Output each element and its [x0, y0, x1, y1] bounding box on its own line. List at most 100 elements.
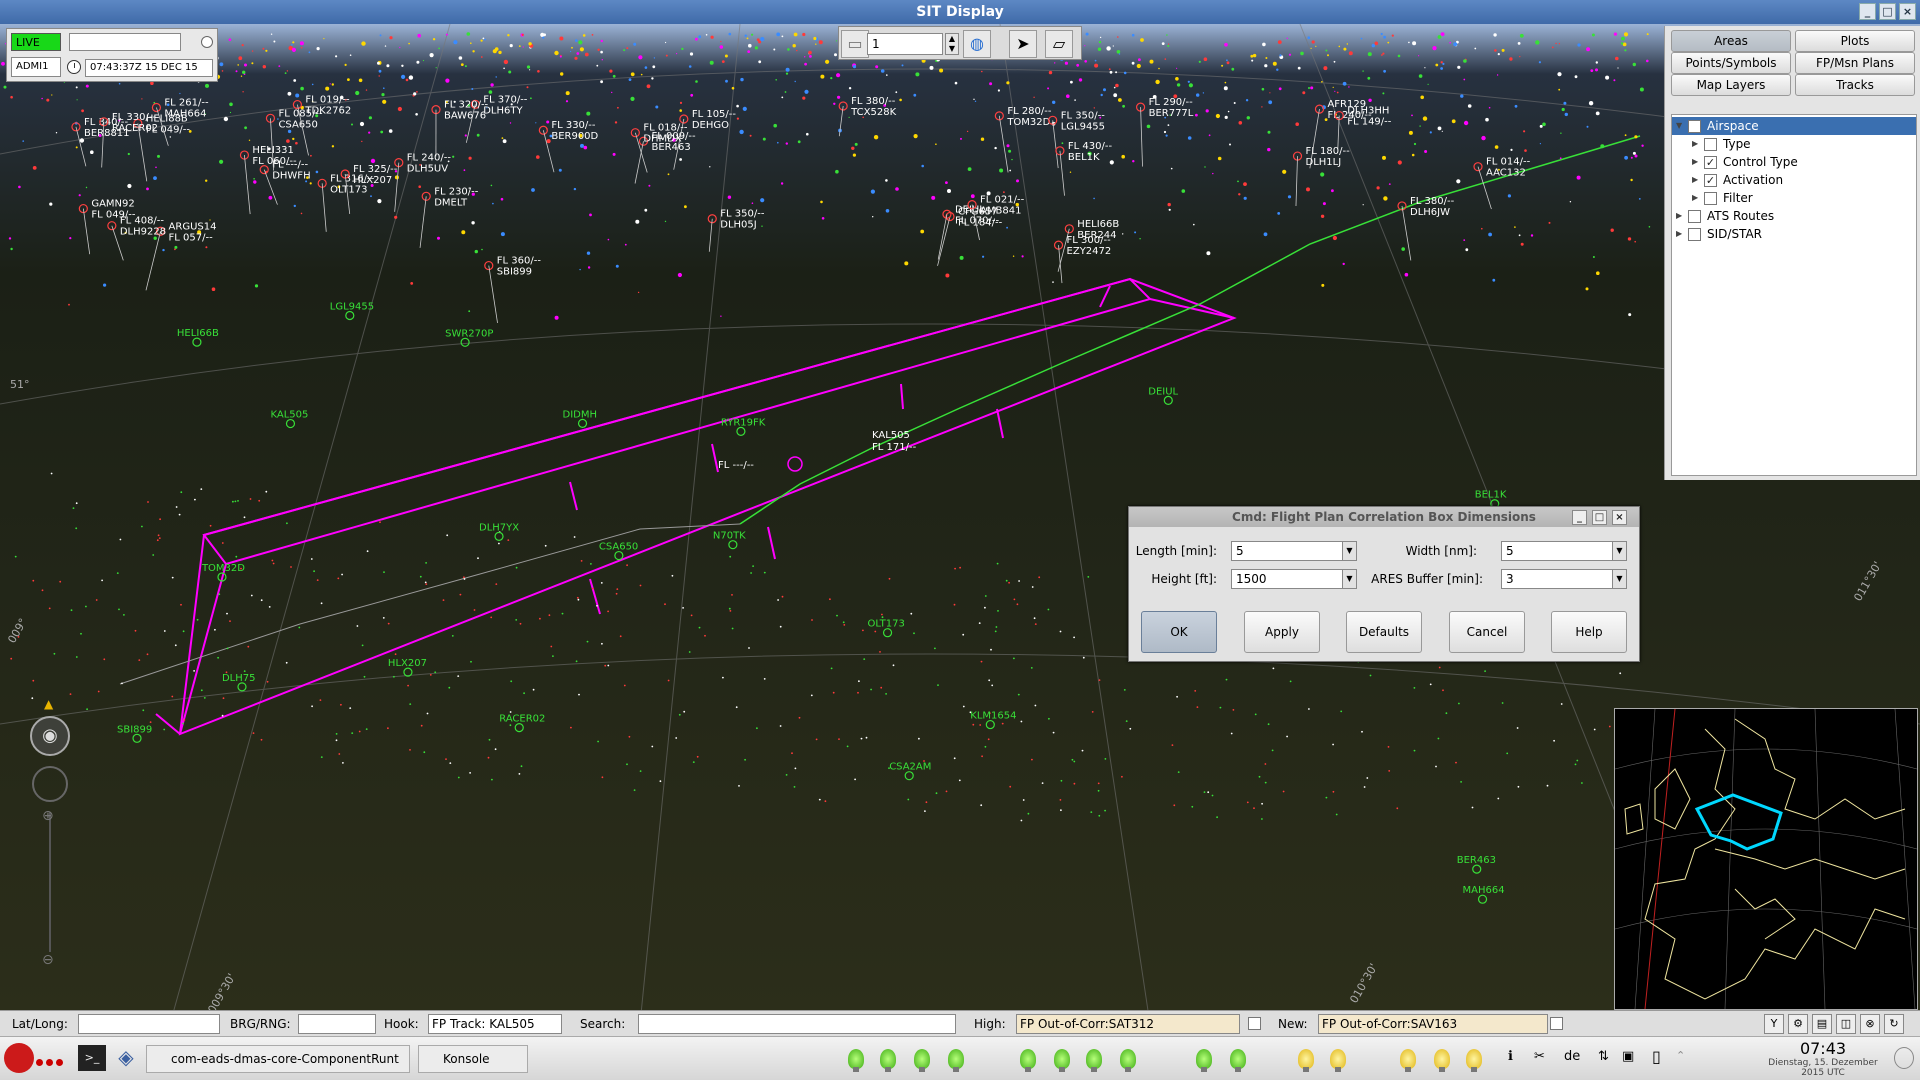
expand-right-icon[interactable]: ▶	[1676, 225, 1688, 243]
plan-callsign-label[interactable]: DLH75	[222, 673, 256, 684]
help-button[interactable]: Help	[1551, 611, 1627, 653]
terminal-icon[interactable]: >_	[78, 1045, 106, 1071]
track-label[interactable]: FL 380/--	[851, 96, 896, 107]
chevron-down-icon[interactable]: ▼	[1342, 542, 1356, 560]
tree-checkbox[interactable]: ✓	[1704, 155, 1717, 169]
tree-checkbox[interactable]: ✓	[1704, 173, 1717, 187]
dialog-close-button[interactable]: ×	[1612, 510, 1627, 525]
show-desktop-icon[interactable]	[1894, 1047, 1914, 1069]
plan-callsign-label[interactable]: RYR19FK	[721, 417, 766, 428]
status-light-green-icon[interactable]	[1196, 1049, 1212, 1072]
zoom-out-icon[interactable]: ⊖	[42, 952, 54, 968]
refresh-icon[interactable]: ↻	[1884, 1014, 1904, 1034]
plan-callsign-label[interactable]: MAH664	[1463, 885, 1505, 896]
filter-icon[interactable]: Y	[1764, 1014, 1784, 1034]
plan-callsign-label[interactable]: HLX207	[388, 658, 427, 669]
status-light-green-icon[interactable]	[1054, 1049, 1070, 1072]
track-label[interactable]: FL ---/--	[272, 160, 308, 171]
live-indicator[interactable]: LIVE	[11, 33, 61, 51]
plan-callsign-label[interactable]: KLM1654	[970, 711, 1016, 722]
plan-callsign-label[interactable]: SBI899	[117, 724, 152, 735]
plan-callsign-label[interactable]: LGL9455	[330, 301, 374, 312]
tree-item-filter[interactable]: ▶ Filter	[1672, 189, 1916, 207]
status-light-green-icon[interactable]	[914, 1049, 930, 1072]
ok-button[interactable]: OK	[1141, 611, 1217, 653]
close-view-icon[interactable]: ⊗	[1860, 1014, 1880, 1034]
track-label[interactable]: FL 300/--	[1067, 235, 1112, 246]
panel-button-map-layers[interactable]: Map Layers	[1671, 74, 1791, 96]
layers-icon[interactable]: ▭	[841, 30, 869, 58]
status-light-green-icon[interactable]	[1120, 1049, 1136, 1072]
panel-button-areas[interactable]: Areas	[1671, 30, 1791, 52]
defaults-button[interactable]: Defaults	[1346, 611, 1422, 653]
info-icon[interactable]: ℹ	[1508, 1049, 1513, 1064]
track-label[interactable]: FL 021/--	[980, 195, 1025, 206]
track-label[interactable]: FL 350/--	[1061, 110, 1106, 121]
chevron-down-icon[interactable]: ▼	[1612, 542, 1626, 560]
record-icon[interactable]: ◫	[1836, 1014, 1856, 1034]
width-select[interactable]: 5 ▼	[1501, 541, 1627, 561]
tree-item-activation[interactable]: ▶ ✓ Activation	[1672, 171, 1916, 189]
zoom-down-icon[interactable]: ▼	[946, 44, 958, 54]
tree-checkbox[interactable]	[1704, 137, 1717, 151]
dialog-maximize-button[interactable]: □	[1592, 510, 1607, 525]
zoom-in-icon[interactable]: ⊕	[42, 808, 54, 824]
document-icon[interactable]: ▤	[1812, 1014, 1832, 1034]
tree-checkbox[interactable]	[1688, 119, 1701, 133]
track-label[interactable]: FL 180/--	[1306, 146, 1351, 157]
network-icon[interactable]: ⇅	[1598, 1049, 1609, 1064]
north-arrow-icon[interactable]: ▲	[44, 697, 53, 711]
plan-callsign-label[interactable]: CSA650	[599, 542, 638, 553]
battery-icon[interactable]: ▯	[1652, 1047, 1661, 1066]
tree-item-ats-routes[interactable]: ▶ ATS Routes	[1672, 207, 1916, 225]
status-light-green-icon[interactable]	[1020, 1049, 1036, 1072]
panel-button-tracks[interactable]: Tracks	[1795, 74, 1915, 96]
expand-right-icon[interactable]: ▶	[1692, 153, 1704, 171]
maximize-button[interactable]: □	[1879, 3, 1896, 20]
eye-icon[interactable]: ◉	[30, 716, 70, 756]
scissors-icon[interactable]: ✂	[1534, 1049, 1545, 1064]
track-label[interactable]: FL 330/--	[112, 112, 157, 123]
workspace-dots-icon[interactable]	[36, 1059, 63, 1066]
hook-field[interactable]: FP Track: KAL505	[428, 1014, 562, 1034]
track-label[interactable]: FL 240/--	[407, 153, 452, 164]
zoom-spinner[interactable]: ▲ ▼	[945, 33, 959, 55]
plan-callsign-label[interactable]: SWR270P	[445, 328, 493, 339]
plan-callsign-label[interactable]: CSA2AM	[889, 762, 931, 773]
track-label[interactable]: FL 105/--	[692, 109, 737, 120]
expand-right-icon[interactable]: ▶	[1692, 189, 1704, 207]
tree-item-airspace[interactable]: ▼ Airspace	[1672, 117, 1916, 135]
tree-checkbox[interactable]	[1688, 227, 1701, 241]
dialog-title-bar[interactable]: Cmd: Flight Plan Correlation Box Dimensi…	[1129, 507, 1639, 527]
status-light-yellow-icon[interactable]	[1400, 1049, 1416, 1072]
track-label[interactable]: FL 018/--	[643, 123, 688, 134]
new-alert-field[interactable]: FP Out-of-Corr:SAV163	[1318, 1014, 1548, 1034]
tree-checkbox[interactable]	[1688, 209, 1701, 223]
track-label[interactable]: FL 430/--	[1068, 141, 1113, 152]
track-label[interactable]: FL 360/--	[497, 256, 542, 267]
status-light-green-icon[interactable]	[880, 1049, 896, 1072]
expand-tray-icon[interactable]: ⌃	[1676, 1049, 1685, 1062]
redhat-menu-icon[interactable]	[4, 1043, 34, 1073]
lock-icon[interactable]: ▣	[1622, 1049, 1634, 1064]
close-button[interactable]: ×	[1899, 3, 1916, 20]
latlong-field[interactable]	[78, 1014, 220, 1034]
expand-right-icon[interactable]: ▶	[1676, 207, 1688, 225]
ares-buffer-select[interactable]: 3 ▼	[1501, 569, 1627, 589]
rotate-icon[interactable]	[32, 766, 68, 802]
expand-down-icon[interactable]: ▼	[1676, 117, 1688, 135]
apply-button[interactable]: Apply	[1244, 611, 1320, 653]
chevron-down-icon[interactable]: ▼	[1612, 570, 1626, 588]
track-label[interactable]: FL 261/--	[164, 97, 209, 108]
tree-item-sid-star[interactable]: ▶ SID/STAR	[1672, 225, 1916, 243]
minimize-button[interactable]: _	[1859, 3, 1876, 20]
track-label[interactable]: FL 014/--	[1486, 157, 1531, 168]
track-label[interactable]: GAMN92	[91, 199, 134, 210]
track-label[interactable]: FL 290/--	[1149, 97, 1194, 108]
brg-field[interactable]	[298, 1014, 376, 1034]
plan-callsign-label[interactable]: DIDMH	[563, 409, 598, 420]
plan-callsign-label[interactable]: DLH7YX	[479, 522, 519, 533]
high-ack-checkbox[interactable]	[1248, 1017, 1261, 1030]
status-light-yellow-icon[interactable]	[1434, 1049, 1450, 1072]
expand-right-icon[interactable]: ▶	[1692, 135, 1704, 153]
